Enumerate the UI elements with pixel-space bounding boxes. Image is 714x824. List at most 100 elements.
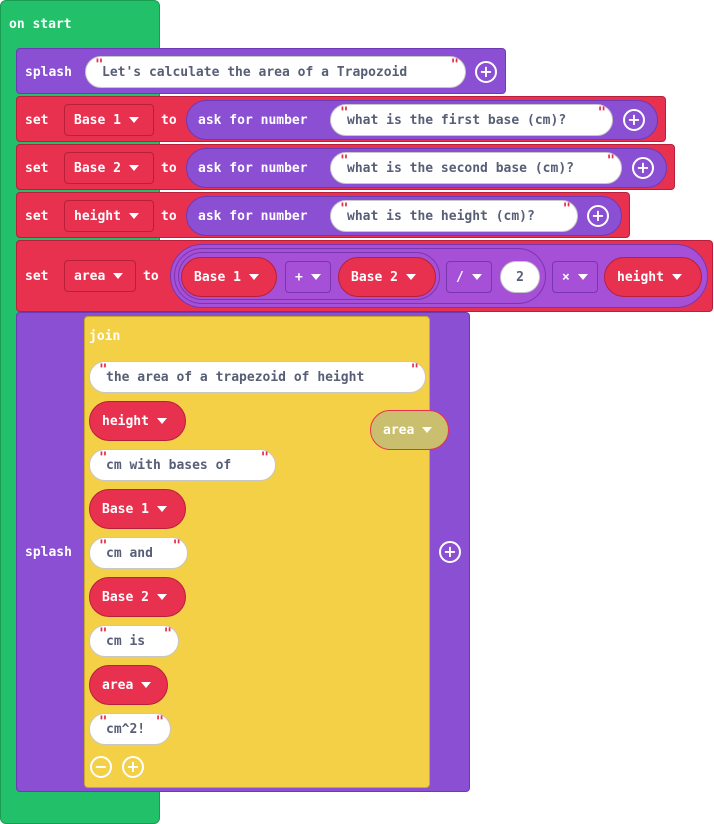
to-keyword: to xyxy=(161,113,177,128)
dropdown-arrow-icon xyxy=(422,427,433,433)
join-string-5[interactable]: " cm^2! " xyxy=(89,713,171,745)
quote-icon: " xyxy=(597,105,606,121)
join-string-3[interactable]: " cm and " xyxy=(89,537,188,569)
operator-symbol: × xyxy=(562,269,570,285)
prompt-value: what is the height (cm)? xyxy=(347,208,535,224)
plus-circle-icon[interactable]: + xyxy=(587,205,609,227)
variable-name: height xyxy=(102,413,149,429)
on-start-label: on start xyxy=(9,17,72,32)
set-keyword: set xyxy=(25,209,49,224)
quote-icon: " xyxy=(606,153,615,169)
variable-reporter[interactable]: height xyxy=(604,257,702,297)
string-value: cm with bases of xyxy=(106,457,232,473)
quote-icon: " xyxy=(99,538,108,554)
variable-dropdown[interactable]: height xyxy=(64,200,154,232)
quote-icon: " xyxy=(172,538,181,554)
splash-label: splash xyxy=(25,545,72,560)
variable-name: area xyxy=(74,268,106,284)
plus-circle-icon[interactable]: + xyxy=(122,756,144,778)
variable-name: area xyxy=(102,677,134,693)
set-keyword: set xyxy=(25,269,49,284)
dropdown-arrow-icon xyxy=(156,418,167,424)
variable-reporter[interactable]: Base 2 xyxy=(338,257,436,297)
number-input[interactable]: 2 xyxy=(500,261,540,293)
operator-dropdown[interactable]: + xyxy=(285,261,331,293)
ask-label: ask for number xyxy=(198,161,308,176)
set-keyword: set xyxy=(25,161,49,176)
plus-circle-icon[interactable]: + xyxy=(632,157,654,179)
dropdown-arrow-icon xyxy=(577,274,588,280)
string-value: cm and xyxy=(106,545,153,561)
dropdown-arrow-icon xyxy=(141,682,152,688)
variable-dropdown[interactable]: area xyxy=(64,260,136,292)
splash-text-value: Let's calculate the area of a Trapozoid xyxy=(102,64,408,80)
set-keyword: set xyxy=(25,113,49,128)
plus-circle-icon[interactable]: + xyxy=(623,109,645,131)
variable-name: height xyxy=(617,269,664,285)
join-string-1[interactable]: " the area of a trapezoid of height " xyxy=(89,361,426,393)
join-var-base1[interactable]: Base 1 xyxy=(89,489,186,529)
variable-name: Base 1 xyxy=(74,112,121,128)
dropdown-arrow-icon xyxy=(113,273,124,279)
splash-label: splash xyxy=(25,65,72,80)
to-keyword: to xyxy=(143,269,159,284)
operator-dropdown[interactable]: / xyxy=(446,261,492,293)
ask-label: ask for number xyxy=(198,209,308,224)
prompt-value: what is the first base (cm)? xyxy=(347,112,567,128)
prompt-text-field[interactable]: " what is the first base (cm)? " xyxy=(330,104,613,136)
variable-name: Base 1 xyxy=(194,269,241,285)
quote-icon: " xyxy=(450,57,459,73)
variable-name: Base 2 xyxy=(74,160,121,176)
quote-icon: " xyxy=(163,626,172,642)
join-var-base2[interactable]: Base 2 xyxy=(89,577,186,617)
quote-icon: " xyxy=(260,450,269,466)
variable-name: Base 1 xyxy=(102,501,149,517)
quote-icon: " xyxy=(410,362,419,378)
operator-symbol: + xyxy=(295,269,303,285)
plus-circle-icon[interactable]: + xyxy=(475,61,497,83)
variable-name: Base 2 xyxy=(102,589,149,605)
dropdown-arrow-icon xyxy=(128,117,139,123)
dropdown-arrow-icon xyxy=(671,274,682,280)
dropdown-arrow-icon xyxy=(156,594,167,600)
dropdown-arrow-icon xyxy=(128,213,139,219)
ghost-var-area[interactable]: area xyxy=(370,410,449,450)
join-var-height[interactable]: height xyxy=(89,401,186,441)
plus-circle-icon[interactable]: + xyxy=(439,541,461,563)
quote-icon: " xyxy=(99,626,108,642)
join-label: join xyxy=(89,329,121,344)
string-value: cm^2! xyxy=(106,721,146,737)
variable-dropdown[interactable]: Base 1 xyxy=(64,104,154,136)
quote-icon: " xyxy=(155,714,164,730)
variable-name: area xyxy=(383,422,415,438)
operator-dropdown[interactable]: × xyxy=(552,261,598,293)
quote-icon: " xyxy=(340,105,349,121)
minus-circle-icon[interactable]: − xyxy=(90,756,112,778)
variable-reporter[interactable]: Base 1 xyxy=(181,257,277,297)
quote-icon: " xyxy=(99,450,108,466)
variable-dropdown[interactable]: Base 2 xyxy=(64,152,154,184)
join-string-2[interactable]: " cm with bases of " xyxy=(89,449,276,481)
operator-symbol: / xyxy=(456,269,464,285)
dropdown-arrow-icon xyxy=(405,274,416,280)
quote-icon: " xyxy=(99,714,108,730)
dropdown-arrow-icon xyxy=(248,274,259,280)
prompt-text-field[interactable]: " what is the second base (cm)? " xyxy=(330,152,622,184)
join-var-area[interactable]: area xyxy=(89,665,168,705)
quote-icon: " xyxy=(95,57,104,73)
to-keyword: to xyxy=(161,209,177,224)
number-value: 2 xyxy=(516,269,524,285)
quote-icon: " xyxy=(340,201,349,217)
dropdown-arrow-icon xyxy=(471,274,482,280)
prompt-text-field[interactable]: " what is the height (cm)? " xyxy=(330,200,578,232)
prompt-value: what is the second base (cm)? xyxy=(347,160,574,176)
dropdown-arrow-icon xyxy=(310,274,321,280)
variable-name: height xyxy=(74,208,121,224)
to-keyword: to xyxy=(161,161,177,176)
ask-label: ask for number xyxy=(198,113,308,128)
variable-name: Base 2 xyxy=(351,269,398,285)
string-value: the area of a trapezoid of height xyxy=(106,369,365,385)
splash-text-field[interactable]: " Let's calculate the area of a Trapozoi… xyxy=(85,56,466,88)
quote-icon: " xyxy=(340,153,349,169)
join-string-4[interactable]: " cm is " xyxy=(89,625,179,657)
